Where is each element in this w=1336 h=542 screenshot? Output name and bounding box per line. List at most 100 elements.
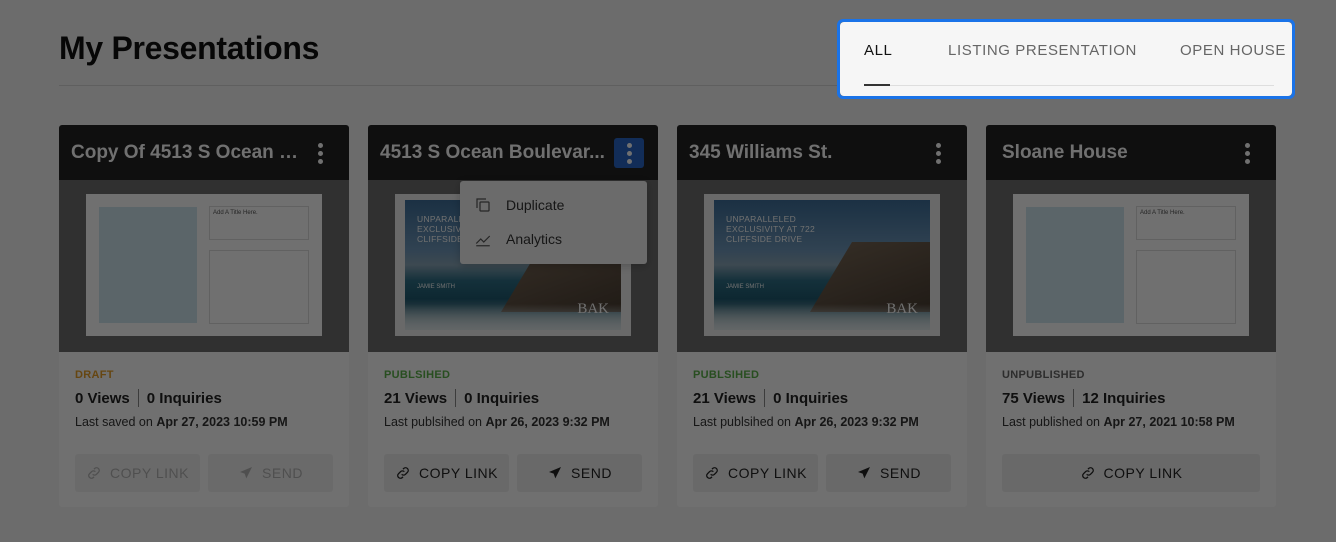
stats-divider <box>137 389 139 407</box>
presentation-card[interactable]: 345 Williams St. UNPARALLELED EXCLUSIVIT… <box>677 125 967 507</box>
link-icon <box>1081 467 1094 479</box>
card-stats: 0 Views 0 Inquiries <box>75 389 335 407</box>
card-title[interactable]: 345 Williams St. <box>689 142 924 164</box>
card-title[interactable]: 4513 S Ocean Boulevar... <box>380 142 615 164</box>
copy-link-button[interactable]: COPY LINK <box>1002 454 1260 492</box>
thumbnail-title-text: Add A Title Here. <box>1140 210 1185 216</box>
thumbnail-title-box: Add A Title Here. <box>209 206 309 240</box>
focus-highlight <box>837 19 1295 99</box>
card-thumbnail: UNPARALLELED EXCLUSIVITY AT 722 CLIFFSID… <box>704 194 940 336</box>
views-count: 21 Views <box>693 389 757 407</box>
inquiries-count: 0 Inquiries <box>464 389 540 407</box>
brand-logo: BAK <box>886 301 918 317</box>
card-stats: 75 Views 12 Inquiries <box>1002 389 1262 407</box>
link-icon <box>397 467 409 479</box>
thumbnail-body-box <box>1136 250 1236 324</box>
send-icon <box>240 467 253 479</box>
send-label: SEND <box>880 465 921 481</box>
views-count: 0 Views <box>75 389 130 407</box>
card-thumbnail-area[interactable]: Add A Title Here. <box>986 180 1276 352</box>
copy-link-label: COPY LINK <box>419 465 498 481</box>
more-options-icon[interactable] <box>923 138 953 168</box>
analytics-icon <box>475 235 491 247</box>
thumbnail-image-placeholder <box>99 207 197 323</box>
inquiries-count: 0 Inquiries <box>773 389 849 407</box>
last-saved: Last published on Apr 27, 2021 10:58 PM <box>1002 415 1262 429</box>
send-label: SEND <box>262 465 303 481</box>
last-saved-date: Apr 26, 2023 9:32 PM <box>794 415 919 429</box>
status-badge: UNPUBLISHED <box>1002 369 1085 381</box>
card-header: 345 Williams St. <box>677 125 967 180</box>
thumbnail-agent: JAMIE SMITH <box>417 284 456 290</box>
copy-link-label: COPY LINK <box>1103 465 1183 481</box>
presentation-card[interactable]: Copy Of 4513 S Ocean B... Add A Title He… <box>59 125 349 507</box>
duplicate-icon <box>476 198 490 212</box>
last-saved-date: Apr 27, 2023 10:59 PM <box>156 415 288 429</box>
link-icon <box>88 467 100 479</box>
last-saved-date: Apr 27, 2021 10:58 PM <box>1103 415 1235 429</box>
card-thumbnail-area[interactable]: UNPARALLELED EXCLUSIVITY AT 722 CLIFFSID… <box>677 180 967 352</box>
status-badge: PUBLSIHED <box>693 369 760 381</box>
thumbnail-body-box <box>209 250 309 324</box>
thumbnail-agent: JAMIE SMITH <box>726 284 765 290</box>
copy-link-label: COPY LINK <box>110 465 189 481</box>
card-thumbnail: Add A Title Here. <box>86 194 322 336</box>
views-count: 21 Views <box>384 389 448 407</box>
more-options-icon[interactable] <box>305 138 335 168</box>
card-thumbnail: Add A Title Here. <box>1013 194 1249 336</box>
menu-item-duplicate[interactable]: Duplicate <box>474 196 564 214</box>
copy-link-button[interactable]: COPY LINK <box>693 454 818 492</box>
last-saved-label: Last publsihed on <box>693 415 795 429</box>
card-info: DRAFT 0 Views 0 Inquiries Last saved on … <box>75 369 335 429</box>
card-info: PUBLSIHED 21 Views 0 Inquiries Last publ… <box>384 369 644 429</box>
thumbnail-headline: UNPARALLELED EXCLUSIVITY AT 722 CLIFFSID… <box>726 214 816 244</box>
card-title[interactable]: Copy Of 4513 S Ocean B... <box>71 142 306 164</box>
brand-logo: BAK <box>577 301 609 317</box>
card-options-menu: Duplicate Analytics <box>460 181 647 264</box>
copy-link-button[interactable]: COPY LINK <box>384 454 509 492</box>
thumbnail-image-placeholder <box>1026 207 1124 323</box>
status-badge: PUBLSIHED <box>384 369 451 381</box>
copy-link-label: COPY LINK <box>728 465 807 481</box>
link-icon <box>706 467 718 479</box>
last-saved-label: Last saved on <box>75 415 157 429</box>
send-button[interactable]: SEND <box>517 454 642 492</box>
card-stats: 21 Views 0 Inquiries <box>693 389 953 407</box>
last-saved-date: Apr 26, 2023 9:32 PM <box>485 415 610 429</box>
stats-divider <box>764 389 766 407</box>
copy-link-button[interactable]: COPY LINK <box>75 454 200 492</box>
last-saved: Last publsihed on Apr 26, 2023 9:32 PM <box>693 415 953 429</box>
last-saved: Last publsihed on Apr 26, 2023 9:32 PM <box>384 415 644 429</box>
inquiries-count: 12 Inquiries <box>1082 389 1166 407</box>
send-button[interactable]: SEND <box>826 454 951 492</box>
send-button[interactable]: SEND <box>208 454 333 492</box>
more-options-icon[interactable] <box>1232 138 1262 168</box>
card-header: Sloane House <box>986 125 1276 180</box>
menu-item-label: Analytics <box>506 231 563 247</box>
send-icon <box>549 467 562 479</box>
last-saved-label: Last published on <box>1002 415 1104 429</box>
status-badge: DRAFT <box>75 369 114 381</box>
card-info: UNPUBLISHED 75 Views 12 Inquiries Last p… <box>1002 369 1262 429</box>
last-saved-label: Last publsihed on <box>384 415 486 429</box>
stats-divider <box>455 389 457 407</box>
views-count: 75 Views <box>1002 389 1066 407</box>
last-saved: Last saved on Apr 27, 2023 10:59 PM <box>75 415 335 429</box>
thumbnail-title-text: Add A Title Here. <box>213 210 258 216</box>
card-stats: 21 Views 0 Inquiries <box>384 389 644 407</box>
presentation-card[interactable]: Sloane House Add A Title Here. UNPUBLISH… <box>986 125 1276 507</box>
send-icon <box>858 467 871 479</box>
card-header: 4513 S Ocean Boulevar... <box>368 125 658 180</box>
menu-item-label: Duplicate <box>506 197 565 213</box>
menu-item-analytics[interactable]: Analytics <box>474 230 562 248</box>
send-label: SEND <box>571 465 612 481</box>
card-thumbnail-area[interactable]: Add A Title Here. <box>59 180 349 352</box>
thumbnail-photo: UNPARALLELED EXCLUSIVITY AT 722 CLIFFSID… <box>714 200 930 330</box>
card-title[interactable]: Sloane House <box>1002 142 1237 164</box>
card-info: PUBLSIHED 21 Views 0 Inquiries Last publ… <box>693 369 953 429</box>
page-title: My Presentations <box>59 30 320 66</box>
more-options-icon[interactable] <box>614 138 644 168</box>
thumbnail-title-box: Add A Title Here. <box>1136 206 1236 240</box>
inquiries-count: 0 Inquiries <box>146 389 222 407</box>
stats-divider <box>1073 389 1075 407</box>
